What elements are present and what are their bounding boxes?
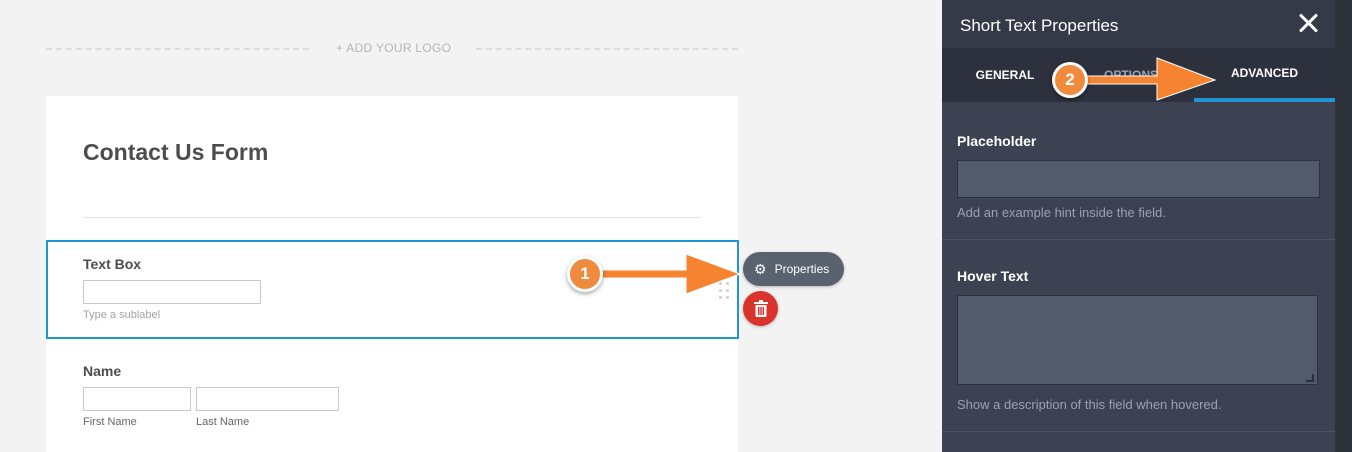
name-label[interactable]: Name: [83, 363, 121, 379]
logo-divider-right: [476, 48, 738, 50]
gear-icon: ⚙: [754, 261, 767, 277]
form-title[interactable]: Contact Us Form: [83, 139, 268, 166]
hover-text-textarea[interactable]: [957, 295, 1318, 385]
panel-title: Short Text Properties: [960, 16, 1119, 35]
text-box-sublabel[interactable]: Type a sublabel: [83, 309, 160, 321]
first-name-sublabel: First Name: [83, 416, 137, 428]
logo-divider-left: [46, 48, 309, 50]
add-logo-link[interactable]: + ADD YOUR LOGO: [336, 41, 451, 55]
hover-text-section: Hover Text Show a description of this fi…: [942, 240, 1335, 432]
text-box-input[interactable]: [83, 280, 261, 304]
form-divider: [83, 217, 701, 218]
annotation-arrow-2: [1076, 57, 1217, 101]
properties-label: Properties: [774, 262, 830, 276]
last-name-input[interactable]: [196, 387, 339, 411]
logo-bar[interactable]: + ADD YOUR LOGO: [46, 40, 738, 56]
delete-button[interactable]: [743, 291, 778, 326]
hover-text-label: Hover Text: [957, 268, 1029, 284]
panel-header: Short Text Properties: [942, 0, 1335, 48]
placeholder-input[interactable]: [957, 160, 1320, 198]
placeholder-label: Placeholder: [957, 133, 1037, 149]
annotation-marker-1: 1: [567, 256, 603, 292]
properties-button[interactable]: ⚙ Properties: [743, 252, 844, 286]
hover-text-hint: Show a description of this field when ho…: [957, 397, 1222, 412]
resize-handle-icon[interactable]: [1306, 374, 1314, 382]
tab-general[interactable]: GENERAL: [942, 48, 1068, 102]
trash-icon: [753, 300, 768, 317]
close-icon[interactable]: [1295, 10, 1321, 36]
placeholder-section: Placeholder Add an example hint inside t…: [942, 102, 1335, 240]
annotation-arrow-1: [593, 253, 742, 295]
last-name-sublabel: Last Name: [196, 416, 250, 428]
annotation-marker-2: 2: [1052, 62, 1088, 98]
panel-scrollbar[interactable]: [1335, 0, 1352, 452]
text-box-label[interactable]: Text Box: [83, 256, 141, 272]
first-name-input[interactable]: [83, 387, 191, 411]
placeholder-hint: Add an example hint inside the field.: [957, 205, 1166, 220]
